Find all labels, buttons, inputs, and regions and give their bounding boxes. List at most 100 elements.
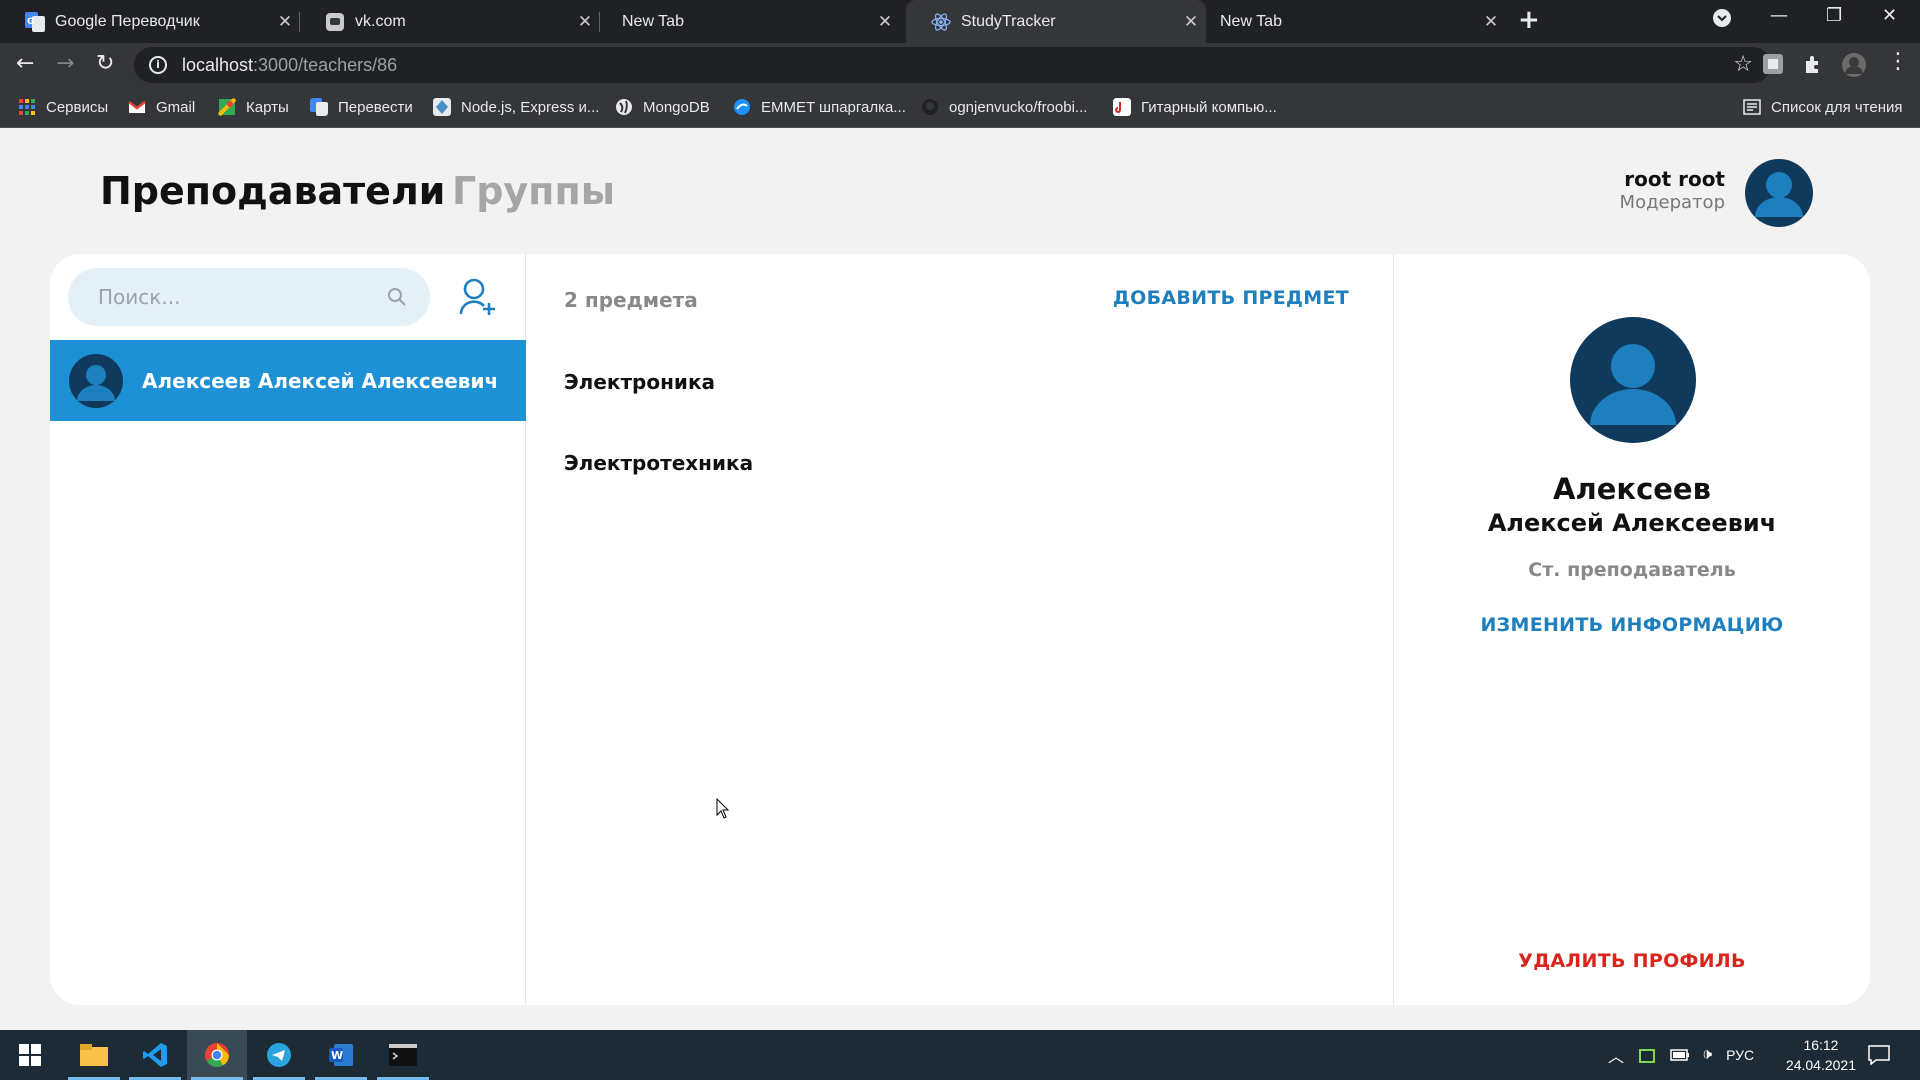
extension-icon[interactable]	[1762, 53, 1784, 75]
google-translate-icon: G	[25, 11, 45, 32]
user-avatar-icon	[1755, 172, 1803, 217]
tab-title: StudyTracker	[961, 12, 1056, 30]
current-user-name: root root	[1624, 167, 1725, 191]
tray-expand-chevron-icon[interactable]: ︿	[1608, 1043, 1624, 1067]
tab-search-icon[interactable]	[1712, 8, 1732, 33]
guitar-icon	[1113, 98, 1131, 116]
close-tab-icon[interactable]: ✕	[1176, 12, 1206, 32]
bookmark-emmet[interactable]: EMMET шпаргалка...	[733, 86, 906, 128]
browser-toolbar: ← → ↻ i localhost:3000/teachers/86 ☆ ⋮	[0, 43, 1920, 86]
battery-icon[interactable]	[1670, 1048, 1690, 1062]
menu-kebab-icon[interactable]: ⋮	[1887, 49, 1909, 74]
telegram-icon[interactable]	[249, 1030, 309, 1080]
chrome-icon[interactable]	[187, 1030, 247, 1080]
profile-first-middle-name: Алексей Алексеевич	[1487, 509, 1777, 537]
notifications-icon[interactable]	[1868, 1045, 1890, 1065]
svg-text:G: G	[27, 17, 34, 27]
add-user-icon[interactable]	[458, 276, 498, 318]
tab-google-translate[interactable]: G Google Переводчик ✕	[0, 0, 300, 43]
browser-tab-strip: G Google Переводчик ✕ vk.com ✕ New Tab ✕…	[0, 0, 1920, 43]
reading-list-icon	[1743, 99, 1761, 115]
tab-studytracker[interactable]: StudyTracker ✕	[906, 0, 1206, 43]
tab-vk[interactable]: vk.com ✕	[300, 0, 600, 43]
address-bar[interactable]: i localhost:3000/teachers/86 ☆	[134, 47, 1771, 83]
svg-text:W: W	[331, 1049, 343, 1062]
keyboard-language[interactable]: РУС	[1726, 1047, 1754, 1063]
translate-icon	[310, 98, 328, 116]
volume-icon[interactable]: 🕩	[1702, 1046, 1712, 1064]
back-arrow-icon[interactable]: ←	[16, 51, 34, 76]
user-avatar[interactable]	[1745, 159, 1813, 227]
extensions-puzzle-icon[interactable]	[1802, 53, 1824, 75]
teacher-name: Алексеев Алексей Алексеевич	[142, 368, 499, 393]
add-subject-button[interactable]: ДОБАВИТЬ ПРЕДМЕТ	[1113, 287, 1349, 309]
search-input[interactable]	[98, 285, 368, 309]
delete-profile-button[interactable]: УДАЛИТЬ ПРОФИЛЬ	[1394, 950, 1870, 972]
vk-icon	[325, 12, 345, 32]
clock-time: 16:12	[1803, 1037, 1839, 1053]
restore-icon[interactable]: ❐	[1826, 5, 1842, 26]
bookmark-mongodb[interactable]: MongoDB	[615, 86, 710, 128]
bookmark-gmail[interactable]: Gmail	[128, 86, 195, 128]
bookmark-github[interactable]: ognjenvucko/froobi...	[921, 86, 1087, 128]
subject-item[interactable]: Электроника	[564, 370, 715, 394]
tab-title: Google Переводчик	[55, 12, 200, 30]
apps-grid-icon	[19, 99, 35, 115]
close-window-icon[interactable]: ✕	[1882, 5, 1897, 26]
app-page: Преподаватели Группы root root Модератор…	[0, 128, 1920, 1030]
bookmark-label: EMMET шпаргалка...	[761, 98, 906, 116]
word-icon[interactable]: W	[311, 1030, 371, 1080]
tab-title: New Tab	[622, 12, 684, 30]
tray-app-icon[interactable]	[1638, 1046, 1656, 1064]
maps-icon	[218, 98, 236, 116]
teacher-avatar-icon	[77, 364, 115, 401]
bookmark-node[interactable]: Node.js, Express и...	[433, 86, 599, 128]
system-tray: ︿ 🕩 РУС	[1608, 1030, 1754, 1080]
teacher-list-item[interactable]: Алексеев Алексей Алексеевич	[50, 340, 526, 421]
bookmark-maps[interactable]: Карты	[218, 86, 289, 128]
minimize-icon[interactable]: —	[1770, 5, 1788, 26]
nav-tab-groups[interactable]: Группы	[452, 169, 615, 213]
bookmark-guitar[interactable]: Гитарный компью...	[1113, 86, 1277, 128]
mouse-cursor-icon	[716, 798, 730, 819]
bookmark-services[interactable]: Сервисы	[18, 86, 108, 128]
bookmark-label: Gmail	[156, 98, 196, 116]
profile-avatar-icon[interactable]	[1841, 52, 1867, 78]
site-info-icon[interactable]: i	[149, 56, 167, 74]
windows-start-icon[interactable]	[0, 1030, 60, 1080]
close-tab-icon[interactable]: ✕	[270, 12, 300, 32]
edit-info-button[interactable]: ИЗМЕНИТЬ ИНФОРМАЦИЮ	[1394, 614, 1870, 636]
search-icon[interactable]	[386, 286, 408, 308]
bookmark-label: ognjenvucko/froobi...	[949, 98, 1088, 116]
bookmarks-bar: Сервисы Gmail Карты Перевести Node.js, E…	[0, 86, 1920, 128]
tab-new-tab-2[interactable]: New Tab ✕	[1206, 0, 1506, 43]
profile-last-name: Алексеев	[1553, 472, 1711, 506]
tab-title: New Tab	[1220, 12, 1282, 30]
reload-icon[interactable]: ↻	[96, 51, 114, 76]
new-tab-plus-icon[interactable]: +	[1518, 5, 1540, 35]
search-box[interactable]	[68, 268, 430, 326]
bookmark-translate[interactable]: Перевести	[310, 86, 413, 128]
teachers-list-panel: Алексеев Алексей Алексеевич	[50, 254, 526, 1005]
close-tab-icon[interactable]: ✕	[870, 12, 900, 32]
forward-arrow-icon[interactable]: →	[56, 51, 74, 76]
vscode-icon[interactable]	[125, 1030, 185, 1080]
close-tab-icon[interactable]: ✕	[570, 12, 600, 32]
profile-avatar-icon	[1590, 344, 1676, 425]
clock[interactable]: 16:12 24.04.2021	[1786, 1035, 1856, 1075]
subjects-panel: 2 предмета ДОБАВИТЬ ПРЕДМЕТ Электроника …	[526, 254, 1394, 1005]
windows-taskbar: W ︿ 🕩 РУС 16:12 24.04.2021	[0, 1030, 1920, 1080]
bookmark-label: Сервисы	[46, 98, 109, 116]
bookmark-star-icon[interactable]: ☆	[1733, 52, 1753, 77]
terminal-icon[interactable]	[373, 1030, 433, 1080]
address-url: localhost:3000/teachers/86	[182, 54, 398, 75]
tab-new-tab[interactable]: New Tab ✕	[600, 0, 900, 43]
close-tab-icon[interactable]: ✕	[1476, 12, 1506, 32]
profile-panel: Алексеев Алексей Алексеевич Ст. преподав…	[1394, 254, 1870, 1005]
emmet-icon	[734, 99, 750, 115]
gmail-icon	[128, 101, 146, 113]
subject-item[interactable]: Электротехника	[564, 451, 753, 475]
file-explorer-icon[interactable]	[64, 1030, 124, 1080]
reading-list[interactable]: Список для чтения	[1743, 86, 1903, 128]
nav-tab-teachers[interactable]: Преподаватели	[100, 169, 445, 213]
